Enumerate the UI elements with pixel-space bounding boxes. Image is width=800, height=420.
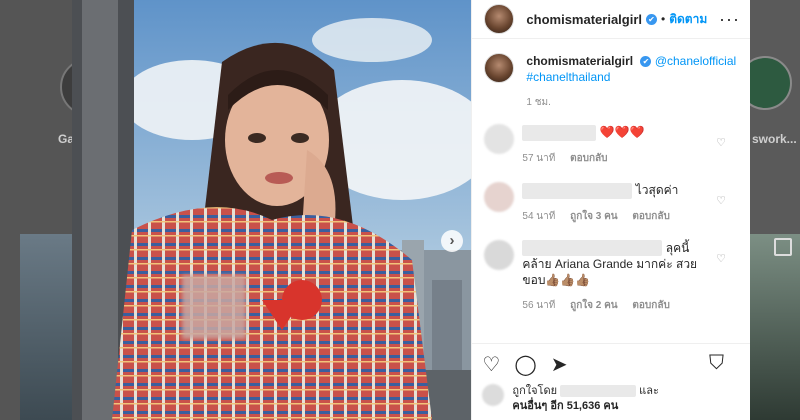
comment-meta: 57 นาที ตอบกลับ: [522, 151, 712, 166]
comment-body: ❤️❤️❤️ 57 นาที ตอบกลับ: [522, 124, 712, 166]
comment-time: 56 นาที: [522, 300, 556, 312]
comment-meta: 54 นาที ถูกใจ 3 คน ตอบกลับ: [522, 209, 712, 224]
comment-likes[interactable]: ถูกใจ 3 คน: [570, 211, 618, 222]
comment-meta: 56 นาที ถูกใจ 2 คน ตอบกลับ: [522, 298, 712, 313]
caption-verified-icon: ✔: [640, 56, 652, 68]
follow-button[interactable]: ติดตาม: [669, 10, 707, 29]
comment-heart-icon[interactable]: ♡: [716, 194, 726, 207]
likes-summary: ถูกใจโดย และ คนอื่นๆ อีก 51,636 คน: [472, 384, 750, 420]
comment-text: ❤️❤️❤️: [599, 125, 645, 139]
redacted-username: [522, 182, 633, 199]
post-caption: chomismaterialgirl ✔ @chanelofficial #ch…: [472, 39, 750, 85]
likes-others-link[interactable]: คนอื่นๆ อีก 51,636 คน: [512, 400, 618, 412]
commenter-avatar[interactable]: [484, 181, 515, 212]
share-icon[interactable]: ➤: [551, 352, 568, 377]
comment-text-line3: ขอบ👍🏽👍🏽👍🏽: [522, 273, 591, 288]
comment-time: 57 นาที: [522, 152, 556, 164]
author-avatar[interactable]: [484, 4, 515, 34]
post-modal: › chomismaterialgirl ✔ • ติดตาม ··· chom…: [72, 0, 750, 420]
comment-text-line: ลุคนี้: [522, 240, 712, 257]
multi-photo-icon: [774, 238, 792, 256]
reply-button[interactable]: ตอบกลับ: [632, 211, 669, 222]
commenter-avatar[interactable]: [484, 239, 515, 270]
background-photo-left: [20, 234, 74, 420]
comment-item: ลุคนี้ คล้าย Ariana Grande มากค่ะ สวย ขอ…: [472, 239, 750, 314]
comment-text-line2: คล้าย Ariana Grande มากค่ะ สวย: [522, 257, 698, 272]
post-side-panel: chomismaterialgirl ✔ • ติดตาม ··· chomis…: [471, 0, 750, 420]
comment-text-line: ไวสุดค่า: [522, 182, 712, 199]
verified-badge-icon: ✔: [646, 13, 658, 25]
comment-text-line1: ลุคนี้: [665, 240, 690, 255]
post-header: chomismaterialgirl ✔ • ติดตาม ···: [472, 0, 750, 39]
comments-section[interactable]: chomismaterialgirl ✔ @chanelofficial #ch…: [472, 39, 750, 343]
next-arrow-icon[interactable]: ›: [441, 230, 463, 252]
like-icon[interactable]: ♡: [482, 352, 500, 377]
separator-dot: •: [661, 12, 666, 26]
comment-body: ลุคนี้ คล้าย Ariana Grande มากค่ะ สวย ขอ…: [522, 240, 712, 314]
action-bar: ♡ ◯ ➤ ⛉: [472, 343, 750, 384]
caption-username[interactable]: chomismaterialgirl: [526, 54, 633, 68]
comment-heart-icon[interactable]: ♡: [716, 252, 726, 265]
redacted-username: [522, 124, 597, 141]
comment-body: ไวสุดค่า 54 นาที ถูกใจ 3 คน ตอบกลับ: [522, 182, 712, 224]
caption-timestamp: 1 ชม.: [526, 97, 551, 108]
save-icon[interactable]: ⛉: [709, 352, 724, 375]
redacted-liker: [560, 385, 637, 398]
photo-illustration: [72, 0, 472, 420]
comment-icon[interactable]: ◯: [514, 352, 536, 377]
comment-item: ❤️❤️❤️ 57 นาที ตอบกลับ ♡: [472, 124, 750, 166]
likes-prefix: ถูกใจโดย: [512, 385, 558, 397]
liker-avatar[interactable]: [482, 384, 505, 406]
comment-likes[interactable]: ถูกใจ 2 คน: [570, 300, 618, 311]
post-photo[interactable]: ›: [72, 0, 472, 420]
comment-item: ไวสุดค่า 54 นาที ถูกใจ 3 คน ตอบกลับ ♡: [472, 181, 750, 224]
caption-hashtag-link[interactable]: #chanelthailand: [526, 70, 610, 84]
comment-text-line: ❤️❤️❤️: [522, 124, 712, 141]
reply-button[interactable]: ตอบกลับ: [570, 153, 607, 164]
redacted-username: [522, 240, 663, 257]
caption-avatar[interactable]: [484, 53, 515, 83]
reply-button[interactable]: ตอบกลับ: [632, 300, 669, 311]
caption-text: chomismaterialgirl ✔ @chanelofficial #ch…: [526, 53, 736, 85]
comment-time: 54 นาที: [522, 210, 556, 222]
likes-and: และ: [639, 385, 659, 397]
caption-mention-link[interactable]: @chanelofficial: [655, 54, 736, 68]
comment-heart-icon[interactable]: ♡: [716, 136, 726, 149]
author-username[interactable]: chomismaterialgirl: [526, 12, 642, 27]
comment-text: ไวสุดค่า: [635, 182, 679, 197]
blurred-region: [182, 275, 246, 339]
background-story-label-right: swork...: [752, 132, 797, 146]
more-options-icon[interactable]: ···: [719, 9, 740, 30]
commenter-avatar[interactable]: [484, 124, 515, 154]
background-photo-right: [750, 234, 800, 420]
likes-text: ถูกใจโดย และ คนอื่นๆ อีก 51,636 คน: [512, 384, 659, 414]
